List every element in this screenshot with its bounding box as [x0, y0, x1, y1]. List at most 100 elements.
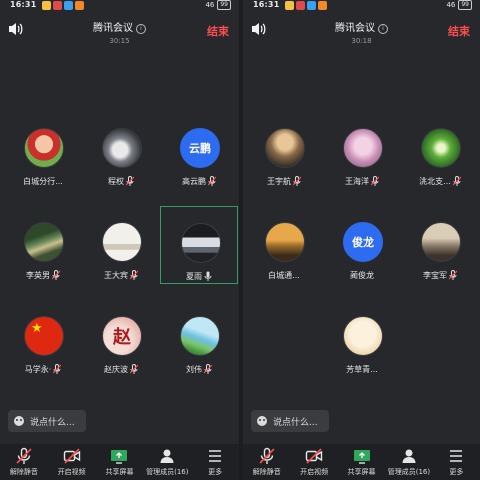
avatar: 赵	[102, 316, 142, 356]
mic-muted-icon	[52, 270, 60, 280]
mic-muted-icon	[449, 270, 457, 280]
participant-name: 王宇航	[245, 176, 323, 187]
mic-muted-icon	[452, 176, 461, 186]
participant-tile[interactable]: 李英男	[4, 206, 82, 284]
participant-name: 蔺俊龙	[350, 271, 374, 280]
app-notify-icon	[285, 1, 294, 10]
mic-muted-icon	[259, 447, 275, 464]
chat-input[interactable]: 说点什么...	[251, 410, 329, 432]
participant-tile[interactable]: 程权	[82, 112, 160, 190]
participant-tile[interactable]: 王大宾	[82, 206, 160, 284]
participant-tile[interactable]: 赵 赵庆波	[82, 300, 160, 378]
unmute-label: 解除静音	[9, 468, 38, 476]
mic-muted-icon	[53, 364, 62, 374]
participant-name: 王大宾	[82, 270, 160, 281]
status-right: 46 99	[205, 0, 231, 10]
mic-muted-icon	[293, 176, 301, 186]
avatar	[343, 316, 383, 356]
more-label: 更多	[449, 468, 464, 476]
avatar: 俊龙	[343, 222, 383, 262]
meeting-timer: 30:15	[109, 37, 130, 45]
participant-tile[interactable]: 王海洋	[323, 112, 401, 190]
participant-tile[interactable]: 俊龙 蔺俊龙	[323, 206, 401, 284]
participant-tile[interactable]: 白城通...	[245, 206, 323, 284]
meeting-header: 腾讯会议 i 30:18 结束	[243, 14, 480, 46]
share-screen-icon	[111, 450, 128, 464]
bottom-toolbar: 解除静音 开启视频 共享屏幕 管理成员(16) 更多	[0, 444, 239, 480]
avatar: 云鹏	[180, 128, 220, 168]
participant-name: 高云鹏	[160, 176, 238, 187]
star-icon: ★	[31, 321, 43, 336]
participant-name: 程权	[82, 176, 160, 187]
participant-name: 夏雨	[161, 271, 237, 282]
chat-placeholder: 说点什么...	[273, 417, 318, 428]
notification-icons	[285, 1, 327, 10]
unmute-button[interactable]: 解除静音	[0, 444, 48, 480]
participant-name: 白城通...	[268, 271, 300, 280]
meeting-timer: 30:18	[351, 37, 372, 45]
participant-tile[interactable]: 李宝军	[401, 206, 479, 284]
meeting-screen-right: 16:31 46 99 腾讯会议 i 30:18 结束 王宇航 王海洋 洮北支.…	[243, 0, 480, 480]
avatar	[421, 222, 461, 262]
bottom-toolbar: 解除静音 开启视频 共享屏幕 管理成员(16) 更多	[243, 444, 480, 480]
participant-tile[interactable]: 白城分行...	[4, 112, 82, 190]
title-block: 腾讯会议 i 30:18	[243, 16, 480, 45]
participant-tile[interactable]: ★ 马学永·	[4, 300, 82, 378]
meeting-header: 腾讯会议 i 30:15 结束	[0, 14, 239, 46]
end-meeting-button[interactable]: 结束	[207, 23, 229, 39]
video-off-icon	[305, 448, 323, 464]
chat-input[interactable]: 说点什么...	[8, 410, 86, 432]
network-label: 46	[205, 1, 215, 9]
mic-icon	[204, 271, 212, 281]
status-right: 46 99	[446, 0, 472, 10]
more-label: 更多	[208, 468, 223, 476]
participant-name: 洮北支...	[401, 176, 479, 187]
share-screen-icon	[353, 450, 370, 464]
more-button[interactable]: 更多	[191, 444, 239, 480]
members-icon	[160, 449, 174, 463]
participant-tile[interactable]: 洮北支...	[401, 112, 479, 190]
participant-tile[interactable]: 王宇航	[245, 112, 323, 190]
share-screen-button[interactable]: 共享屏幕	[338, 444, 385, 480]
meeting-title: 腾讯会议	[335, 23, 375, 34]
avatar	[24, 128, 64, 168]
avatar	[181, 223, 221, 263]
manage-members-button[interactable]: 管理成员(16)	[385, 444, 432, 480]
participant-tile[interactable]: 芳草青...	[323, 300, 401, 378]
chat-emoji-icon	[14, 416, 24, 426]
participant-name: 王海洋	[323, 176, 401, 187]
end-meeting-button[interactable]: 结束	[448, 23, 470, 39]
participant-tile[interactable]: 刘伟	[160, 300, 238, 378]
unmute-button[interactable]: 解除静音	[243, 444, 290, 480]
app-notify-icon	[53, 1, 62, 10]
mic-muted-icon	[204, 364, 212, 374]
battery-icon: 99	[217, 0, 231, 10]
chat-placeholder: 说点什么...	[30, 417, 75, 428]
info-icon[interactable]: i	[378, 24, 388, 34]
manage-members-button[interactable]: 管理成员(16)	[143, 444, 191, 480]
status-time: 16:31	[10, 0, 37, 9]
share-screen-button[interactable]: 共享屏幕	[96, 444, 144, 480]
members-label: 管理成员(16)	[387, 468, 431, 476]
share-label: 共享屏幕	[347, 468, 376, 476]
participant-tile-active[interactable]: 夏雨	[160, 206, 238, 284]
mic-muted-icon	[371, 176, 379, 186]
start-video-button[interactable]: 开启视频	[48, 444, 96, 480]
video-label: 开启视频	[300, 468, 329, 476]
unmute-label: 解除静音	[252, 468, 281, 476]
battery-icon: 99	[458, 0, 472, 10]
network-label: 46	[446, 1, 456, 9]
start-video-button[interactable]: 开启视频	[290, 444, 337, 480]
mic-muted-icon	[130, 270, 138, 280]
avatar	[265, 128, 305, 168]
avatar	[180, 316, 220, 356]
more-button[interactable]: 更多	[433, 444, 480, 480]
participant-name: 刘伟	[160, 364, 238, 375]
more-icon	[209, 450, 222, 462]
info-icon[interactable]: i	[136, 24, 146, 34]
members-label: 管理成员(16)	[146, 468, 189, 476]
video-off-icon	[63, 448, 80, 464]
mic-muted-icon	[126, 176, 134, 186]
notification-icons	[42, 1, 84, 10]
participant-tile[interactable]: 云鹏 高云鹏	[160, 112, 238, 190]
